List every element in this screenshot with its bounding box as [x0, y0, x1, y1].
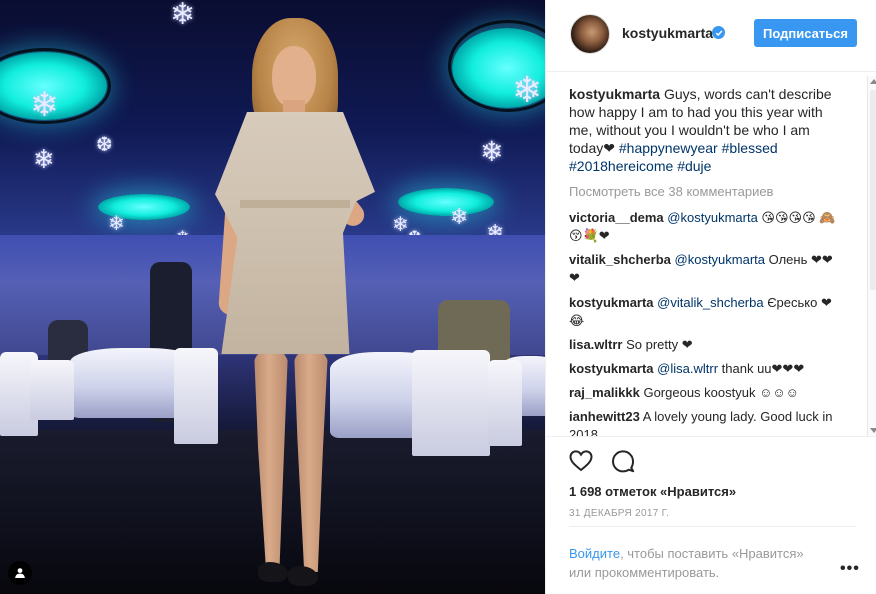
post-panel: kostyukmarta Подписаться kostyukmarta Gu… — [545, 0, 876, 594]
comment-mention[interactable]: @kostyukmarta — [675, 252, 766, 267]
comment-item: kostyukmarta @lisa.wltrr thank uu❤❤❤ — [569, 360, 841, 378]
login-prompt: Войдите, чтобы поставить «Нравится» или … — [569, 544, 829, 582]
comment-mention[interactable]: @kostyukmarta — [667, 210, 758, 225]
avatar[interactable] — [570, 14, 610, 54]
comment-username[interactable]: vitalik_shcherba — [569, 252, 671, 267]
snowflake-decoration: ❄ — [512, 69, 543, 110]
comment-username[interactable]: ianhewitt23 — [569, 409, 640, 424]
comment-item: ianhewitt23 A lovely young lady. Good lu… — [569, 408, 841, 436]
post-header: kostyukmarta Подписаться — [546, 0, 876, 72]
comment-text: thank uu❤❤❤ — [718, 361, 805, 376]
post-actions — [568, 448, 636, 474]
white-chair — [412, 350, 490, 456]
hashtag-link[interactable]: #2018hereicome — [569, 158, 673, 174]
white-chair — [488, 360, 522, 446]
header-username[interactable]: kostyukmarta — [622, 25, 713, 41]
comment-username[interactable]: victoria__dema — [569, 210, 664, 225]
comment-text: Gorgeous koostyuk ☺☺☺ — [643, 385, 799, 400]
comment-username[interactable]: kostyukmarta — [569, 295, 654, 310]
hashtag-link[interactable]: #duje — [677, 158, 711, 174]
white-chair — [174, 348, 218, 444]
scroll-thumb[interactable] — [870, 90, 876, 290]
view-all-comments-link[interactable]: Посмотреть все 38 комментариев — [569, 184, 773, 199]
comment-username[interactable]: raj_malikkk — [569, 385, 640, 400]
user-tag-button[interactable] — [8, 561, 32, 585]
scroll-down-arrow-icon[interactable] — [870, 428, 876, 433]
snowflake-decoration: ❄ — [170, 0, 196, 31]
hashtag-link[interactable]: #happynewyear — [619, 140, 718, 156]
more-icon: ••• — [840, 560, 860, 577]
comment-item: victoria__dema @kostyukmarta 😘😘😘😘 🙈😚💐❤ — [569, 209, 841, 245]
divider — [569, 526, 856, 527]
snowflake-decoration: ❄ — [108, 213, 125, 235]
comments-scrollbar[interactable] — [867, 76, 876, 436]
post-caption: kostyukmarta Guys, words can't describe … — [569, 85, 839, 175]
more-options-button[interactable]: ••• — [840, 560, 860, 578]
comment-icon[interactable] — [610, 448, 636, 474]
comment-username[interactable]: lisa.wltrr — [569, 337, 622, 352]
comment-text: So pretty ❤ — [626, 337, 693, 352]
comment-item: raj_malikkk Gorgeous koostyuk ☺☺☺ — [569, 384, 841, 402]
snowflake-decoration: ❄ — [480, 136, 504, 167]
user-tag-icon — [15, 568, 25, 578]
comment-item: lisa.wltrr So pretty ❤ — [569, 336, 841, 354]
snowflake-decoration: ❄ — [392, 214, 409, 236]
comment-mention[interactable]: @vitalik_shcherba — [657, 295, 763, 310]
woman-face — [272, 46, 316, 108]
comment-username[interactable]: kostyukmarta — [569, 361, 654, 376]
verified-icon — [712, 26, 725, 39]
snowflake-decoration: ❆ — [96, 134, 113, 156]
follow-button[interactable]: Подписаться — [754, 19, 857, 47]
comment-mention[interactable]: @lisa.wltrr — [657, 361, 718, 376]
heart-icon[interactable] — [568, 448, 594, 474]
login-link[interactable]: Войдите — [569, 546, 620, 561]
post-photo: ❄ ❄ ❄ ❆ ❄ ❄ ❄ ❄ ❄ ❄ ❆ ❄ — [0, 0, 545, 594]
comment-item: kostyukmarta @vitalik_shcherba Єресько ❤… — [569, 294, 841, 330]
hashtag-link[interactable]: #blessed — [722, 140, 778, 156]
comments-list: kostyukmarta Guys, words can't describe … — [546, 73, 876, 437]
likes-count[interactable]: 1 698 отметок «Нравится» — [569, 484, 736, 499]
snowflake-decoration: ❄ — [450, 204, 469, 229]
caption-username[interactable]: kostyukmarta — [569, 86, 660, 102]
post-date: 31 ДЕКАБРЯ 2017 Г. — [569, 508, 670, 519]
comment-item: vitalik_shcherba @kostyukmarta Олень ❤❤❤ — [569, 251, 841, 287]
woman-belt — [240, 200, 350, 208]
snowflake-decoration: ❄ — [33, 144, 55, 174]
ceiling-lamp — [398, 188, 494, 216]
white-chair — [30, 360, 74, 420]
scroll-up-arrow-icon[interactable] — [870, 79, 876, 84]
snowflake-decoration: ❄ — [30, 86, 59, 124]
